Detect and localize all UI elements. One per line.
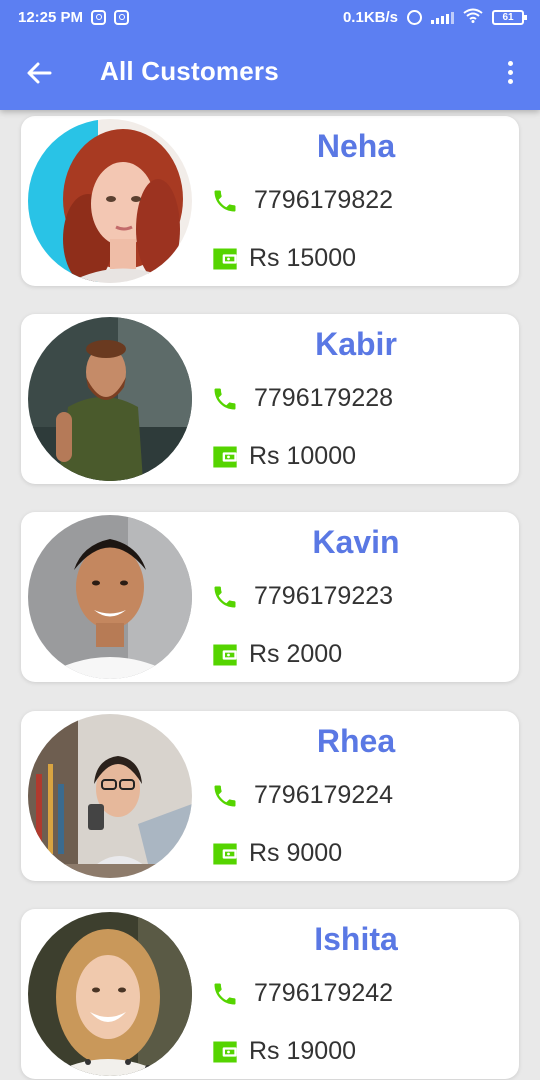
customer-name: Rhea xyxy=(316,723,396,759)
avatar xyxy=(28,317,192,481)
phone-icon xyxy=(211,782,239,810)
battery-icon: 61 xyxy=(492,9,527,25)
phone-row: 7796179223 xyxy=(211,582,393,611)
balance-row: Rs 15000 xyxy=(211,244,356,273)
wallet-icon xyxy=(211,1038,239,1066)
avatar xyxy=(28,119,192,283)
phone-icon xyxy=(211,187,239,215)
phone-number: 7796179224 xyxy=(254,781,394,809)
phone-icon xyxy=(211,583,239,611)
status-time: 12:25 PM xyxy=(18,8,84,26)
balance-row: Rs 9000 xyxy=(211,839,342,868)
alarm-icon xyxy=(407,9,422,25)
phone-number: 7796179242 xyxy=(254,979,394,1007)
customer-card[interactable]: Kabir 7796179228 Rs 10000 xyxy=(21,314,519,484)
phone-row: 7796179228 xyxy=(211,384,393,413)
phone-number: 7796179223 xyxy=(254,582,394,610)
customer-name: Kabir xyxy=(315,326,397,362)
avatar xyxy=(28,515,192,679)
avatar xyxy=(28,714,192,878)
customer-card[interactable]: Kavin 7796179223 Rs 2000 xyxy=(21,512,519,682)
phone-row: 7796179242 xyxy=(211,979,393,1008)
more-options-button[interactable] xyxy=(500,54,520,90)
network-speed: 0.1KB/s xyxy=(342,8,398,26)
balance-amount: Rs 10000 xyxy=(249,442,357,470)
phone-icon xyxy=(211,385,239,413)
page-title: All Customers xyxy=(100,56,279,86)
phone-row: 7796179822 xyxy=(211,186,393,215)
customer-card[interactable]: Ishita 7796179242 Rs 19000 xyxy=(21,909,519,1079)
wallet-icon xyxy=(211,245,239,273)
instagram-icon xyxy=(91,9,107,25)
wallet-icon xyxy=(211,641,239,669)
arrow-back-icon xyxy=(27,62,52,84)
back-button[interactable] xyxy=(22,56,56,90)
customer-card[interactable]: Rhea 7796179224 Rs 9000 xyxy=(21,711,519,881)
wallet-icon xyxy=(211,443,239,471)
status-bar: 12:25 PM 0.1KB/s 61 xyxy=(0,0,540,34)
app-bar: 12:25 PM 0.1KB/s 61 All Customers xyxy=(0,0,540,110)
wallet-icon xyxy=(211,840,239,868)
balance-amount: Rs 19000 xyxy=(249,1037,357,1065)
phone-number: 7796179228 xyxy=(254,384,394,412)
balance-amount: Rs 2000 xyxy=(249,640,343,668)
phone-number: 7796179822 xyxy=(254,186,394,214)
customer-name: Kavin xyxy=(312,524,400,560)
balance-row: Rs 19000 xyxy=(211,1037,356,1066)
customer-list[interactable]: Neha 7796179822 Rs 15000 Kabir 779617922… xyxy=(0,110,540,1080)
signal-icon xyxy=(431,11,454,24)
phone-icon xyxy=(211,980,239,1008)
phone-row: 7796179224 xyxy=(211,781,393,810)
instagram-icon xyxy=(114,9,130,25)
avatar xyxy=(28,912,192,1076)
balance-row: Rs 10000 xyxy=(211,442,356,471)
balance-amount: Rs 9000 xyxy=(249,839,343,867)
customer-card[interactable]: Neha 7796179822 Rs 15000 xyxy=(21,116,519,286)
balance-amount: Rs 15000 xyxy=(249,244,357,272)
customer-name: Ishita xyxy=(314,921,398,957)
customer-name: Neha xyxy=(316,128,396,164)
wifi-icon xyxy=(463,8,483,27)
more-vert-icon xyxy=(507,60,513,66)
balance-row: Rs 2000 xyxy=(211,640,342,669)
toolbar: All Customers xyxy=(0,34,540,110)
